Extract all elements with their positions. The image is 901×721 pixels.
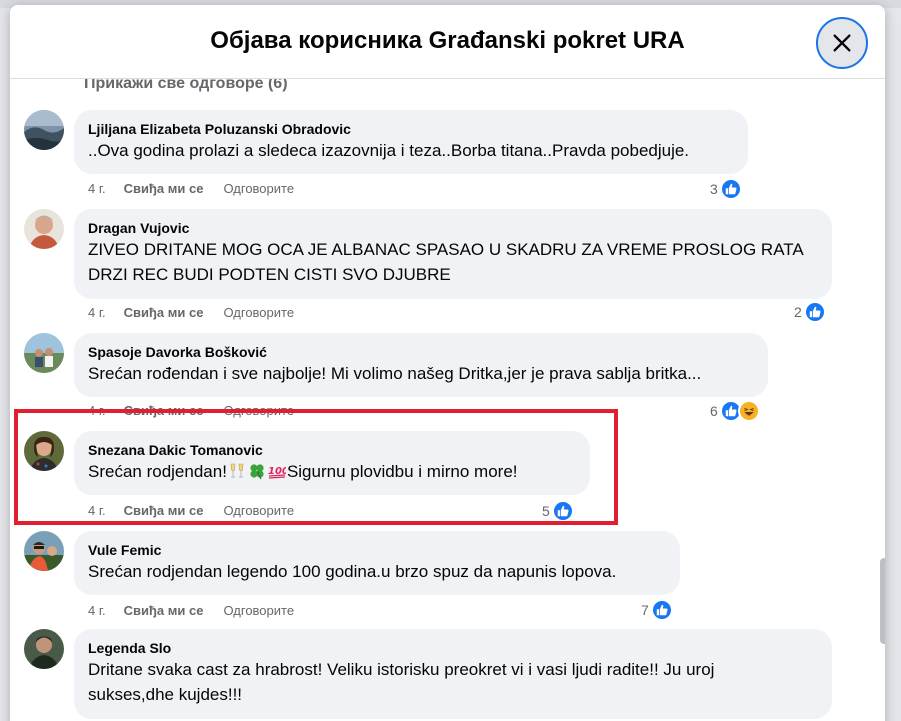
comment-text: Dritane svaka cast za hrabrost! Veliku i… xyxy=(88,660,715,704)
close-button[interactable] xyxy=(816,17,868,69)
reply-button[interactable]: Одговорите xyxy=(223,503,294,518)
comment-author[interactable]: Dragan Vujovic xyxy=(88,219,818,237)
show-all-replies-link[interactable]: Прикажи све одговоре (6) xyxy=(84,79,288,93)
like-reaction-icon xyxy=(551,500,574,522)
comment-text: ..Ova godina prolazi a sledeca izazovnij… xyxy=(88,141,690,160)
avatar[interactable] xyxy=(24,629,64,669)
comment-text-before: Srećan rodjendan! xyxy=(88,462,227,481)
reply-button[interactable]: Одговорите xyxy=(223,305,294,320)
comment-bubble: Ljiljana Elizabeta Poluzanski Obradovic … xyxy=(74,110,748,174)
comments-list[interactable]: Прикажи све одговоре (6) Ljiljana Elizab… xyxy=(10,79,885,721)
reply-button[interactable]: Одговорите xyxy=(223,403,294,418)
like-button[interactable]: Свиђа ми се xyxy=(124,503,204,518)
modal-title: Објава корисника Građanski pokret URA xyxy=(210,27,685,54)
haha-reaction-icon xyxy=(737,400,760,422)
reaction-count: 5 xyxy=(542,503,550,519)
reply-button[interactable]: Одговорите xyxy=(223,603,294,618)
like-reaction-icon xyxy=(803,301,826,323)
comment-text: Srećan rodjendan legendo 100 godina.u br… xyxy=(88,562,617,581)
comment-time[interactable]: 4 г. xyxy=(88,503,106,518)
comment-text: Srećan rodjendan! 100Sigurnu plovidbu i m… xyxy=(88,459,576,484)
like-reaction-icon xyxy=(719,178,742,200)
reaction-count: 3 xyxy=(710,181,718,197)
comment-bubble: Dragan Vujovic ZIVEO DRITANE MOG OCA JE … xyxy=(74,209,832,299)
like-button[interactable]: Свиђа ми се xyxy=(124,403,204,418)
four-leaf-clover-emoji xyxy=(250,464,264,480)
comment-time[interactable]: 4 г. xyxy=(88,603,106,618)
reply-button[interactable]: Одговорите xyxy=(223,181,294,196)
like-reaction-icon xyxy=(650,599,673,621)
reaction-count: 2 xyxy=(794,304,802,320)
comment-actions: 4 г. Свиђа ми се Одговорите xyxy=(88,503,294,518)
reaction-summary[interactable]: 5 xyxy=(542,500,574,522)
like-button[interactable]: Свиђа ми се xyxy=(124,305,204,320)
reaction-summary[interactable]: 7 xyxy=(641,599,673,621)
comment-author[interactable]: Vule Femic xyxy=(88,541,666,559)
post-modal: Објава корисника Građanski pokret URA Пр… xyxy=(10,5,885,721)
comment-text: Srećan rođendan i sve najbolje! Mi volim… xyxy=(88,364,702,383)
comment-time[interactable]: 4 г. xyxy=(88,403,106,418)
comment-bubble: Spasoje Davorka Bošković Srećan rođendan… xyxy=(74,333,768,397)
like-button[interactable]: Свиђа ми се xyxy=(124,181,204,196)
avatar[interactable] xyxy=(24,110,64,150)
scrollbar-thumb[interactable] xyxy=(880,558,885,644)
modal-header: Објава корисника Građanski pokret URA xyxy=(10,5,885,79)
comment-time[interactable]: 4 г. xyxy=(88,305,106,320)
reaction-summary[interactable]: 6 xyxy=(710,400,760,422)
comment-text: ZIVEO DRITANE MOG OCA JE ALBANAC SPASAO … xyxy=(88,240,804,284)
comment-author[interactable]: Spasoje Davorka Bošković xyxy=(88,343,754,361)
reaction-summary[interactable]: 3 xyxy=(710,178,742,200)
close-icon xyxy=(833,34,851,52)
avatar[interactable] xyxy=(24,209,64,249)
hundred-points-emoji: 100 xyxy=(268,466,286,479)
reaction-count: 6 xyxy=(710,403,718,419)
avatar[interactable] xyxy=(24,431,64,471)
reaction-summary[interactable]: 2 xyxy=(794,301,826,323)
comment-author[interactable]: Snezana Dakic Tomanovic xyxy=(88,441,576,459)
like-button[interactable]: Свиђа ми се xyxy=(124,603,204,618)
comment-author[interactable]: Legenda Slo xyxy=(88,639,818,657)
reaction-count: 7 xyxy=(641,602,649,618)
comment-actions: 4 г. Свиђа ми се Одговорите xyxy=(88,403,294,418)
clinking-glasses-emoji xyxy=(230,463,244,478)
comment-author[interactable]: Ljiljana Elizabeta Poluzanski Obradovic xyxy=(88,120,734,138)
comment-bubble: Legenda Slo Dritane svaka cast za hrabro… xyxy=(74,629,832,719)
comment-actions: 4 г. Свиђа ми се Одговорите xyxy=(88,603,294,618)
avatar[interactable] xyxy=(24,531,64,571)
avatar[interactable] xyxy=(24,333,64,373)
comment-bubble: Snezana Dakic Tomanovic Srećan rodjendan… xyxy=(74,431,590,495)
comment-bubble: Vule Femic Srećan rodjendan legendo 100 … xyxy=(74,531,680,595)
comment-text-after: Sigurnu plovidbu i mirno more! xyxy=(286,462,518,481)
comment-actions: 4 г. Свиђа ми се Одговорите xyxy=(88,181,294,196)
comment-time[interactable]: 4 г. xyxy=(88,181,106,196)
comment-actions: 4 г. Свиђа ми се Одговорите xyxy=(88,305,294,320)
